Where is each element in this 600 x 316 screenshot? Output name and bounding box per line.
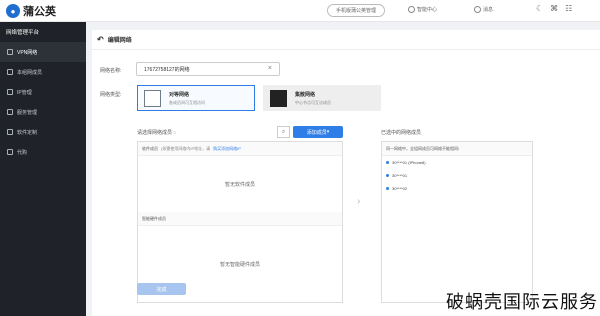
peer-network-title: 对等网络 <box>169 91 190 98</box>
ip-icon <box>7 89 13 95</box>
sidebar-title: 网络管理平台 <box>6 30 40 36</box>
online-status-icon <box>386 187 389 190</box>
software-members-header: 软件成员 (如需使用网络内IP地址，请 购买添加网络IP <box>138 142 342 156</box>
bell-icon <box>474 6 481 13</box>
settings-icon <box>408 6 415 13</box>
move-right-icon[interactable]: › <box>357 196 360 207</box>
edit-network-panel: ↶ 编辑网络 网络名称: 17672758127的网络 × 网络类型: 对等网络… <box>92 30 600 316</box>
messages-link[interactable]: 消息 <box>474 6 493 13</box>
network-name-input[interactable]: 17672758127的网络 × <box>136 62 280 76</box>
selected-member-item[interactable]: 30****01 (iPhone8) <box>382 156 532 169</box>
back-arrow-icon[interactable]: ↶ <box>97 35 104 44</box>
top-navigation-bar: ● 蒲公英 手机版蒲公英管理 智能中心 消息 ☾ ⌘ ☷ <box>0 0 600 22</box>
members-icon <box>7 69 13 75</box>
sidebar-item-ip-management[interactable]: IP管理 <box>0 82 86 102</box>
moon-icon[interactable]: ☾ <box>536 4 543 13</box>
online-status-icon <box>386 174 389 177</box>
selected-member-item[interactable]: 30****01 <box>382 169 532 182</box>
sidebar-item-software[interactable]: 软件定制 <box>0 122 86 142</box>
peer-network-description: 各成员间可互相访问 <box>169 99 205 105</box>
watermark-text: 破蜗壳国际云服务 <box>446 292 598 312</box>
fullscreen-icon[interactable]: ⌘ <box>550 4 558 13</box>
hardware-members-empty: 暂无智能硬件成员 <box>219 261 260 268</box>
selected-members-header: 同一网络中，全组网成员可网络不能相同! <box>382 142 532 156</box>
software-icon <box>7 129 13 135</box>
chevron-down-icon: ▾ <box>326 129 330 135</box>
sidebar-item-vpn-network[interactable]: VPN网络 <box>0 42 86 62</box>
buy-network-ip-link[interactable]: 购买添加网络IP <box>213 146 241 152</box>
brand-logo[interactable]: ● 蒲公英 <box>6 3 56 19</box>
service-icon <box>7 109 13 115</box>
sidebar: 网络管理平台 VPN网络 本组网成员 IP管理 服务管理 软件定制 代购 <box>0 22 86 316</box>
network-type-label: 网络类型: <box>100 92 122 98</box>
brand-logo-icon: ● <box>6 4 20 18</box>
add-member-button[interactable]: 添加成员 ▾ <box>293 126 343 138</box>
hardware-members-header: 智能硬件成员 <box>138 212 342 226</box>
network-name-label: 网络名称: <box>100 68 122 74</box>
hub-network-option[interactable]: 集散网络 中心节点可互访成员 <box>263 85 381 111</box>
available-members-title: 请选择网络成员 ◌ <box>137 130 177 136</box>
network-icon <box>7 49 13 55</box>
sidebar-item-services[interactable]: 服务管理 <box>0 102 86 122</box>
selected-member-item[interactable]: 30****02 <box>382 182 532 195</box>
cart-icon <box>7 149 13 155</box>
online-status-icon <box>386 161 389 164</box>
hub-network-description: 中心节点可互访成员 <box>295 99 331 105</box>
network-name-value: 17672758127的网络 <box>144 66 190 73</box>
mobile-version-button[interactable]: 手机版蒲公英管理 <box>327 4 385 17</box>
available-members-panel: 软件成员 (如需使用网络内IP地址，请 购买添加网络IP 暂无软件成员 智能硬件… <box>137 141 343 303</box>
member-search-button[interactable]: ⌕ <box>277 126 290 138</box>
finish-button[interactable]: 完成 <box>137 283 186 295</box>
page-title: 编辑网络 <box>107 38 132 44</box>
sidebar-item-purchase[interactable]: 代购 <box>0 142 86 162</box>
top-toolbar-icons: ☾ ⌘ ☷ <box>536 4 572 13</box>
brand-name: 蒲公英 <box>23 6 56 18</box>
eye-icon: ◌ <box>173 130 177 136</box>
peer-network-icon <box>144 89 161 107</box>
sidebar-item-members[interactable]: 本组网成员 <box>0 62 86 82</box>
clear-icon[interactable]: × <box>268 65 272 72</box>
selected-members-title: 已选中的网络成员 <box>381 130 422 136</box>
software-members-empty: 暂无软件成员 <box>224 181 255 188</box>
hub-network-title: 集散网络 <box>295 91 316 98</box>
more-icon[interactable]: ☷ <box>565 4 572 13</box>
page-header: ↶ 编辑网络 <box>92 30 600 50</box>
smart-center-link[interactable]: 智能中心 <box>408 6 437 13</box>
hub-network-icon <box>270 89 287 107</box>
selected-members-panel: 同一网络中，全组网成员可网络不能相同! 30****01 (iPhone8) 3… <box>381 141 533 303</box>
peer-network-option[interactable]: 对等网络 各成员间可互相访问 <box>137 85 255 111</box>
